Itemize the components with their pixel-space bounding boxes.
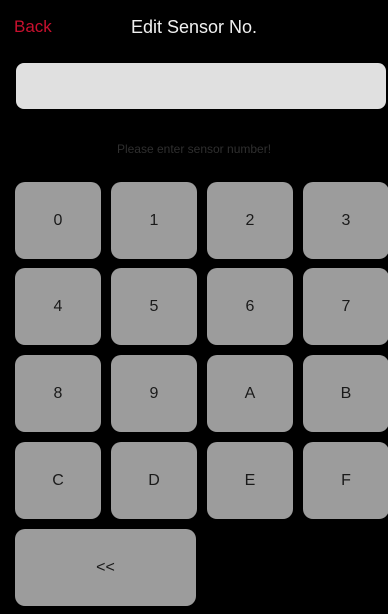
key-4[interactable]: 4: [15, 268, 101, 345]
key-f[interactable]: F: [303, 442, 388, 519]
key-6[interactable]: 6: [207, 268, 293, 345]
key-e[interactable]: E: [207, 442, 293, 519]
sensor-number-input[interactable]: [16, 63, 386, 109]
page-title: Edit Sensor No.: [130, 17, 258, 37]
key-0[interactable]: 0: [15, 182, 101, 259]
key-3[interactable]: 3: [303, 182, 388, 259]
key-2[interactable]: 2: [207, 182, 293, 259]
key-c[interactable]: C: [15, 442, 101, 519]
key-1[interactable]: 1: [111, 182, 197, 259]
key-9[interactable]: 9: [111, 355, 197, 432]
key-b[interactable]: B: [303, 355, 388, 432]
key-d[interactable]: D: [111, 442, 197, 519]
key-8[interactable]: 8: [15, 355, 101, 432]
key-7[interactable]: 7: [303, 268, 388, 345]
key-5[interactable]: 5: [111, 268, 197, 345]
input-hint-text: Please enter sensor number!: [116, 142, 272, 156]
backspace-button[interactable]: <<: [15, 529, 196, 606]
header-bar: Back Edit Sensor No.: [0, 0, 388, 56]
key-a[interactable]: A: [207, 355, 293, 432]
